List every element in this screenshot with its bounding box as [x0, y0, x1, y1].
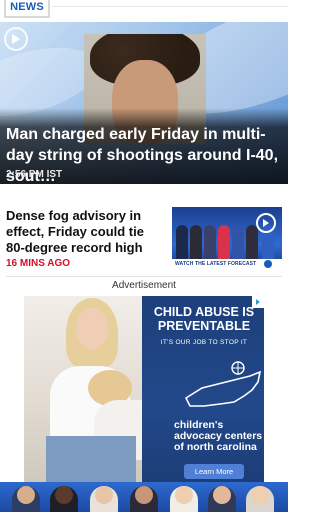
hero-story[interactable]: Man charged early Friday in multi-day st…: [0, 22, 288, 184]
story-timestamp: 16 MINS AGO: [6, 258, 71, 269]
person-figure: [170, 486, 198, 512]
ad-subline: IT'S OUR JOB TO STOP IT: [160, 339, 248, 346]
station-logo-icon: [264, 260, 272, 268]
person-figure: [130, 486, 158, 512]
person-figure: [12, 486, 40, 512]
divider: [52, 6, 288, 7]
story-card[interactable]: Dense fog advisory in effect, Friday cou…: [0, 202, 288, 276]
north-carolina-map-icon: [184, 358, 264, 419]
story-thumbnail[interactable]: WATCH THE LATEST FORECAST: [172, 207, 282, 269]
anchor-figure: [204, 225, 216, 259]
person-figure: [208, 486, 236, 512]
play-circle-icon[interactable]: [256, 213, 276, 233]
anchor-figure: [190, 225, 202, 259]
play-circle-icon[interactable]: [4, 27, 28, 51]
woman-face: [76, 308, 108, 350]
story-headline[interactable]: Dense fog advisory in effect, Friday cou…: [6, 208, 166, 256]
person-figure: [246, 486, 274, 512]
learn-more-button[interactable]: Learn More: [184, 464, 244, 479]
advertisement[interactable]: CHILD ABUSE IS PREVENTABLE IT'S OUR JOB …: [24, 296, 264, 482]
person-figure: [90, 486, 118, 512]
anchor-figure: [246, 225, 258, 259]
anchor-figure: [218, 225, 230, 259]
adchoices-icon[interactable]: [252, 296, 264, 308]
woman-jeans: [46, 436, 136, 482]
top-strip: NEWS: [0, 0, 288, 20]
anchor-figure: [176, 225, 188, 259]
anchor-figure: [232, 225, 244, 259]
person-figure: [50, 486, 78, 512]
ad-label: Advertisement: [112, 280, 176, 291]
ad-headline: CHILD ABUSE IS PREVENTABLE: [153, 305, 255, 333]
hero-timestamp: 2:56 PM IST: [6, 169, 63, 180]
divider: [6, 276, 282, 277]
team-banner[interactable]: [0, 482, 288, 512]
news-section-badge[interactable]: NEWS: [4, 0, 50, 18]
ad-organization: children's advocacy centers of north car…: [174, 419, 263, 453]
